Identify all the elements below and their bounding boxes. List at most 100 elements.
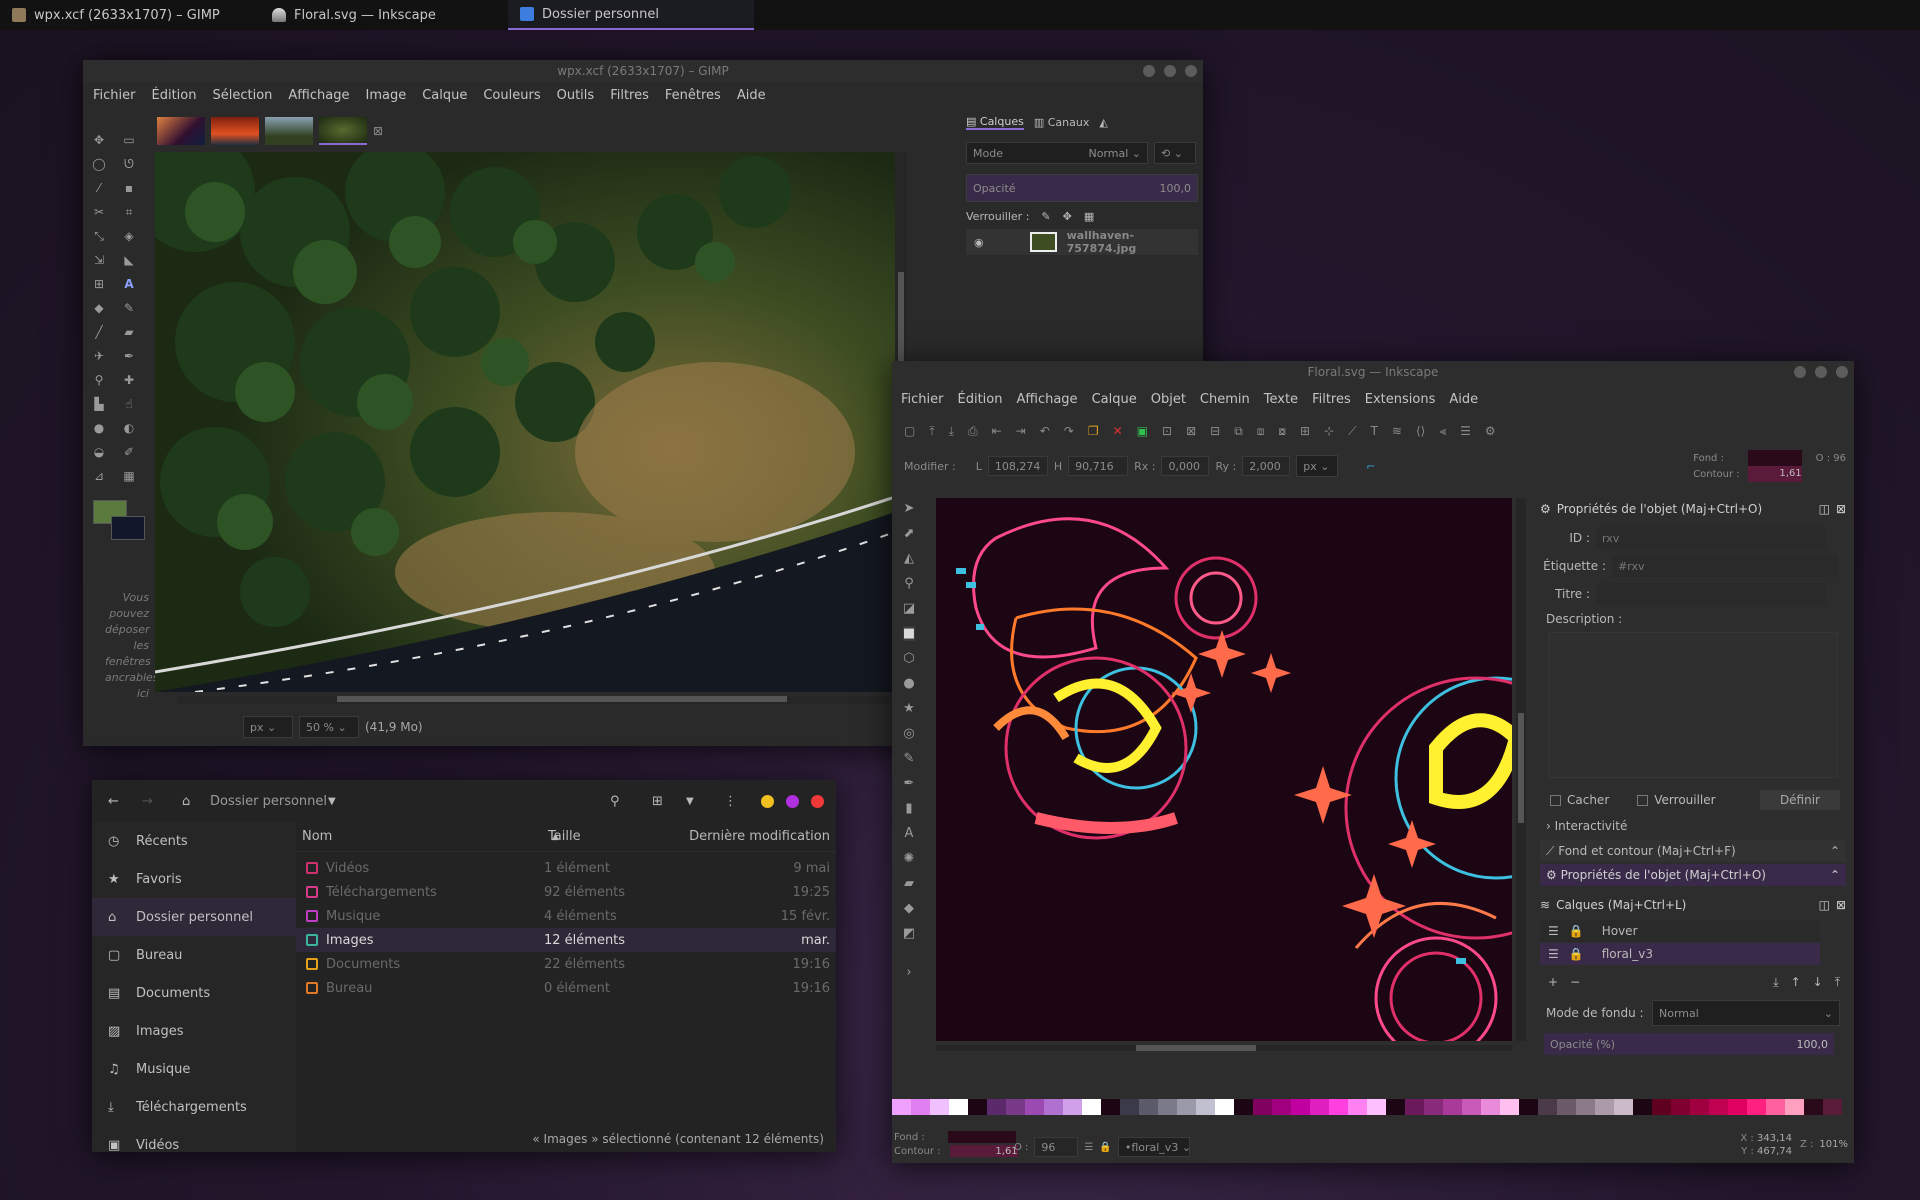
clone-icon[interactable]: ⚲ bbox=[91, 372, 107, 388]
layers-icon[interactable]: ≋ bbox=[1392, 424, 1402, 438]
palette-swatch[interactable] bbox=[930, 1099, 949, 1115]
palette-swatch[interactable] bbox=[1101, 1099, 1120, 1115]
location-menu-icon[interactable]: ▼ bbox=[328, 796, 336, 807]
palette-swatch[interactable] bbox=[1158, 1099, 1177, 1115]
view-grid-icon[interactable]: ⊞ bbox=[652, 794, 663, 809]
palette-swatch[interactable] bbox=[1538, 1099, 1557, 1115]
smudge-icon[interactable]: ☝ bbox=[121, 396, 137, 412]
menu-6[interactable]: Couleurs bbox=[475, 88, 548, 103]
text-tool-icon[interactable]: A bbox=[905, 826, 914, 841]
task-files[interactable]: Dossier personnel bbox=[508, 0, 754, 30]
palette-swatch[interactable] bbox=[1823, 1099, 1842, 1115]
gradient-tool-icon[interactable]: ◩ bbox=[903, 926, 915, 941]
measure-tool-icon[interactable]: ◪ bbox=[903, 601, 915, 616]
add-layer-icon[interactable]: + bbox=[1548, 975, 1558, 989]
style-indicator[interactable]: Fond : O : 96 Contour : 1,61 bbox=[1693, 450, 1846, 482]
table-row[interactable]: Téléchargements 92 éléments 19:25 bbox=[296, 880, 836, 904]
layer-handle-icon[interactable]: ☰ bbox=[1548, 947, 1559, 961]
menu-0[interactable]: Fichier bbox=[894, 392, 951, 407]
stamp-icon[interactable]: ▙ bbox=[91, 396, 107, 412]
inkscape-canvas[interactable] bbox=[936, 498, 1512, 1041]
new-icon[interactable]: ▢ bbox=[904, 424, 915, 438]
dock-close-icon[interactable]: ⊠ bbox=[1836, 502, 1846, 516]
bucket-icon[interactable]: ◆ bbox=[91, 300, 107, 316]
lock-pixels-icon[interactable]: ✎ bbox=[1041, 210, 1050, 223]
palette-swatch[interactable] bbox=[1253, 1099, 1272, 1115]
visibility-eye-icon[interactable]: ◉ bbox=[974, 236, 984, 249]
palette-swatch[interactable] bbox=[1652, 1099, 1671, 1115]
crop-icon[interactable]: ⌗ bbox=[121, 204, 137, 220]
sidebar-item-0[interactable]: ◷ Récents bbox=[92, 822, 296, 860]
blend-select[interactable]: Normal ⌄ bbox=[1652, 1000, 1840, 1026]
rect-select-icon[interactable]: ▭ bbox=[121, 132, 137, 148]
menu-5[interactable]: Calque bbox=[414, 88, 475, 103]
palette-swatch[interactable] bbox=[1709, 1099, 1728, 1115]
table-row[interactable]: Bureau 0 élément 19:16 bbox=[296, 976, 836, 1000]
palette-swatch[interactable] bbox=[949, 1099, 968, 1115]
palette-swatch[interactable] bbox=[1310, 1099, 1329, 1115]
menu-8[interactable]: Filtres bbox=[602, 88, 657, 103]
close-button[interactable] bbox=[1836, 366, 1848, 378]
xml-icon[interactable]: ⟨⟩ bbox=[1416, 424, 1425, 438]
mode-reset[interactable]: ⟲ ⌄ bbox=[1154, 142, 1196, 164]
palette-swatch[interactable] bbox=[1671, 1099, 1690, 1115]
cage-icon[interactable]: ⊞ bbox=[91, 276, 107, 292]
calligraphy-tool-icon[interactable]: ▮ bbox=[905, 801, 912, 816]
palette-swatch[interactable] bbox=[1386, 1099, 1405, 1115]
menu-4[interactable]: Image bbox=[357, 88, 414, 103]
palette-swatch[interactable] bbox=[1462, 1099, 1481, 1115]
status-layer-select[interactable]: •floral_v3 ⌄ bbox=[1117, 1137, 1191, 1157]
scissors-icon[interactable]: ✂ bbox=[91, 204, 107, 220]
col-size[interactable]: Taille bbox=[548, 829, 666, 844]
sidebar-item-1[interactable]: ★ Favoris bbox=[92, 860, 296, 898]
palette-swatch[interactable] bbox=[911, 1099, 930, 1115]
col-modified[interactable]: Dernière modification bbox=[666, 829, 836, 844]
zoom-draw-icon[interactable]: ⊠ bbox=[1186, 424, 1196, 438]
palette-swatch[interactable] bbox=[1728, 1099, 1747, 1115]
layer-row[interactable]: ◉ wallhaven-757874.jpg bbox=[966, 229, 1198, 255]
palette-swatch[interactable] bbox=[968, 1099, 987, 1115]
menu-3[interactable]: Affichage bbox=[280, 88, 357, 103]
zoom-tool-icon[interactable]: ⚲ bbox=[904, 576, 914, 591]
status-fill-swatch[interactable] bbox=[947, 1131, 1016, 1143]
col-name[interactable]: Nom bbox=[296, 829, 548, 844]
palette-swatch[interactable] bbox=[1481, 1099, 1500, 1115]
eraser-tool-icon[interactable]: ▰ bbox=[904, 876, 914, 891]
menu-8[interactable]: Extensions bbox=[1358, 392, 1443, 407]
eraser-icon[interactable]: ▰ bbox=[121, 324, 137, 340]
sharpen-icon[interactable]: ◒ bbox=[91, 444, 107, 460]
text-tool-icon[interactable]: A bbox=[121, 276, 137, 292]
open-icon[interactable]: ⤒ bbox=[929, 424, 934, 439]
rect-tool-icon[interactable]: ■ bbox=[902, 626, 916, 641]
rx-field[interactable]: 0,000 bbox=[1161, 456, 1210, 476]
spray-tool-icon[interactable]: ✺ bbox=[904, 851, 915, 866]
3dbox-tool-icon[interactable]: ⬡ bbox=[903, 651, 914, 666]
table-row[interactable]: Images 12 éléments mar. bbox=[296, 928, 836, 952]
ungroup-icon[interactable]: ⊹ bbox=[1324, 424, 1334, 438]
color-palette[interactable] bbox=[892, 1099, 1842, 1115]
layers-close-icon[interactable]: ⊠ bbox=[1836, 898, 1846, 912]
table-row[interactable]: Vidéos 1 élément 9 mai bbox=[296, 856, 836, 880]
menu-1[interactable]: Édition bbox=[951, 392, 1010, 407]
layer-row-hover[interactable]: ☰ 🔒 Hover bbox=[1540, 920, 1820, 942]
palette-swatch[interactable] bbox=[1424, 1099, 1443, 1115]
text-font-icon[interactable]: T bbox=[1371, 424, 1378, 438]
clone-icon[interactable]: ⧈ bbox=[1257, 424, 1265, 439]
menu-2[interactable]: Sélection bbox=[204, 88, 280, 103]
task-inkscape[interactable]: Floral.svg — Inkscape bbox=[260, 0, 508, 30]
sidebar-item-3[interactable]: ▢ Bureau bbox=[92, 936, 296, 974]
layer-row-floral[interactable]: ☰ 🔒 floral_v3 bbox=[1540, 943, 1820, 965]
palette-swatch[interactable] bbox=[1519, 1099, 1538, 1115]
id-field[interactable]: rxv bbox=[1596, 527, 1826, 549]
tab-layers[interactable]: ▤ Calques bbox=[966, 115, 1024, 130]
selector-tool-icon[interactable]: ➤ bbox=[904, 501, 915, 516]
import-icon[interactable]: ⇤ bbox=[992, 424, 1002, 438]
status-list-icon[interactable]: ☰ bbox=[1084, 1142, 1093, 1153]
palette-swatch[interactable] bbox=[1025, 1099, 1044, 1115]
menu-4[interactable]: Objet bbox=[1144, 392, 1193, 407]
palette-swatch[interactable] bbox=[1120, 1099, 1139, 1115]
picker-icon[interactable]: ✐ bbox=[121, 444, 137, 460]
zoom-sel-icon[interactable]: ⊡ bbox=[1162, 424, 1172, 438]
color-select-icon[interactable]: ▪ bbox=[121, 180, 137, 196]
prefs-icon[interactable]: ☰ bbox=[1460, 424, 1471, 438]
